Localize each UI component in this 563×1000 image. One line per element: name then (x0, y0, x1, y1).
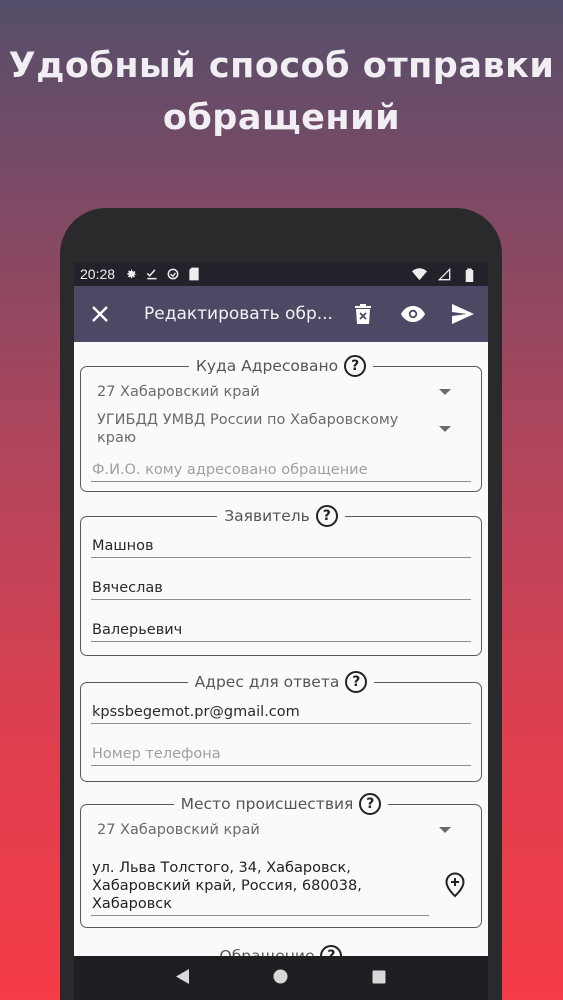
gear-icon (123, 266, 139, 282)
last-name-input[interactable]: Машнов (91, 531, 471, 558)
preview-button[interactable] (388, 286, 438, 342)
eye-icon (401, 306, 425, 322)
addressee-fio-input[interactable]: Ф.И.О. кому адресовано обращение (91, 455, 471, 482)
chevron-down-icon (439, 827, 451, 833)
app-bar: Редактировать обр... (74, 286, 488, 342)
incident-group: Место происшествия ? 27 Хабаровский край… (80, 793, 482, 928)
applicant-group: Заявитель ? Машнов Вячеслав Валерьевич (80, 505, 482, 656)
incident-address-input[interactable]: ул. Льва Толстого, 34, Хабаровск, Хабаро… (91, 853, 429, 916)
delete-button[interactable] (338, 286, 388, 342)
back-triangle-icon (175, 968, 189, 984)
promo-title-line1: Удобный способ отправки (8, 46, 555, 86)
incident-legend-label: Место происшествия (180, 795, 354, 813)
addressee-legend-label: Куда Адресовано (195, 357, 339, 375)
chevron-down-icon (439, 426, 451, 432)
addressee-legend: Куда Адресовано ? (81, 355, 481, 377)
add-location-button[interactable] (441, 870, 469, 900)
patronymic-input[interactable]: Валерьевич (91, 615, 471, 642)
recents-button[interactable] (372, 969, 386, 988)
phone-input[interactable]: Номер телефона (91, 739, 471, 766)
promo-title-line2: обращений (162, 98, 401, 138)
reply-legend-label: Адрес для ответа (194, 673, 340, 691)
incident-region-value: 27 Хабаровский край (97, 822, 260, 838)
first-name-input[interactable]: Вячеслав (91, 573, 471, 600)
promo-title: Удобный способ отправки обращений (0, 40, 563, 144)
email-input[interactable]: kpssbegemot.pr@gmail.com (91, 697, 471, 724)
status-right (411, 266, 482, 282)
phone-screen: 20:28 Редактировать обр... Куда Адресова… (74, 262, 488, 1000)
back-button[interactable] (175, 968, 190, 988)
home-circle-icon (273, 969, 288, 983)
addressee-region-value: 27 Хабаровский край (97, 384, 260, 400)
home-button[interactable] (273, 969, 288, 988)
incident-legend: Место происшествия ? (81, 793, 481, 815)
addressee-department-value: УГИБДД УМВД России по Хабаровскому краю (97, 412, 399, 446)
reply-group: Адрес для ответа ? kpssbegemot.pr@gmail.… (80, 671, 482, 782)
applicant-legend-label: Заявитель (224, 507, 310, 525)
trash-icon (355, 304, 371, 324)
add-location-icon (445, 871, 465, 897)
system-nav-bar (74, 956, 488, 1000)
status-time: 20:28 (80, 266, 116, 282)
send-button[interactable] (438, 286, 488, 342)
form-content: Куда Адресовано ? 27 Хабаровский край УГ… (74, 355, 488, 1000)
addressee-group: Куда Адресовано ? 27 Хабаровский край УГ… (80, 355, 482, 492)
signal-icon (436, 266, 452, 282)
send-icon (452, 304, 474, 324)
addressee-region-select[interactable]: 27 Хабаровский край (91, 379, 471, 405)
close-button[interactable] (74, 286, 126, 342)
sd-card-icon (186, 266, 202, 282)
incident-address-row: ул. Льва Толстого, 34, Хабаровск, Хабаро… (91, 853, 471, 916)
applicant-legend: Заявитель ? (81, 505, 481, 527)
sync-icon (165, 266, 181, 282)
recents-square-icon (372, 970, 386, 983)
status-bar: 20:28 (74, 262, 488, 286)
addressee-department-select[interactable]: УГИБДД УМВД России по Хабаровскому краю (91, 407, 471, 451)
incident-region-select[interactable]: 27 Хабаровский край (91, 817, 471, 843)
reply-help-icon[interactable]: ? (345, 671, 368, 693)
wifi-icon (411, 266, 427, 282)
close-icon (92, 306, 108, 322)
battery-icon (461, 266, 477, 282)
chevron-down-icon (439, 389, 451, 395)
reply-legend: Адрес для ответа ? (81, 671, 481, 693)
incident-help-icon[interactable]: ? (359, 793, 382, 815)
screen-title: Редактировать обр... (144, 304, 333, 324)
checklist-icon (144, 266, 160, 282)
applicant-help-icon[interactable]: ? (315, 505, 338, 527)
addressee-help-icon[interactable]: ? (344, 355, 367, 377)
